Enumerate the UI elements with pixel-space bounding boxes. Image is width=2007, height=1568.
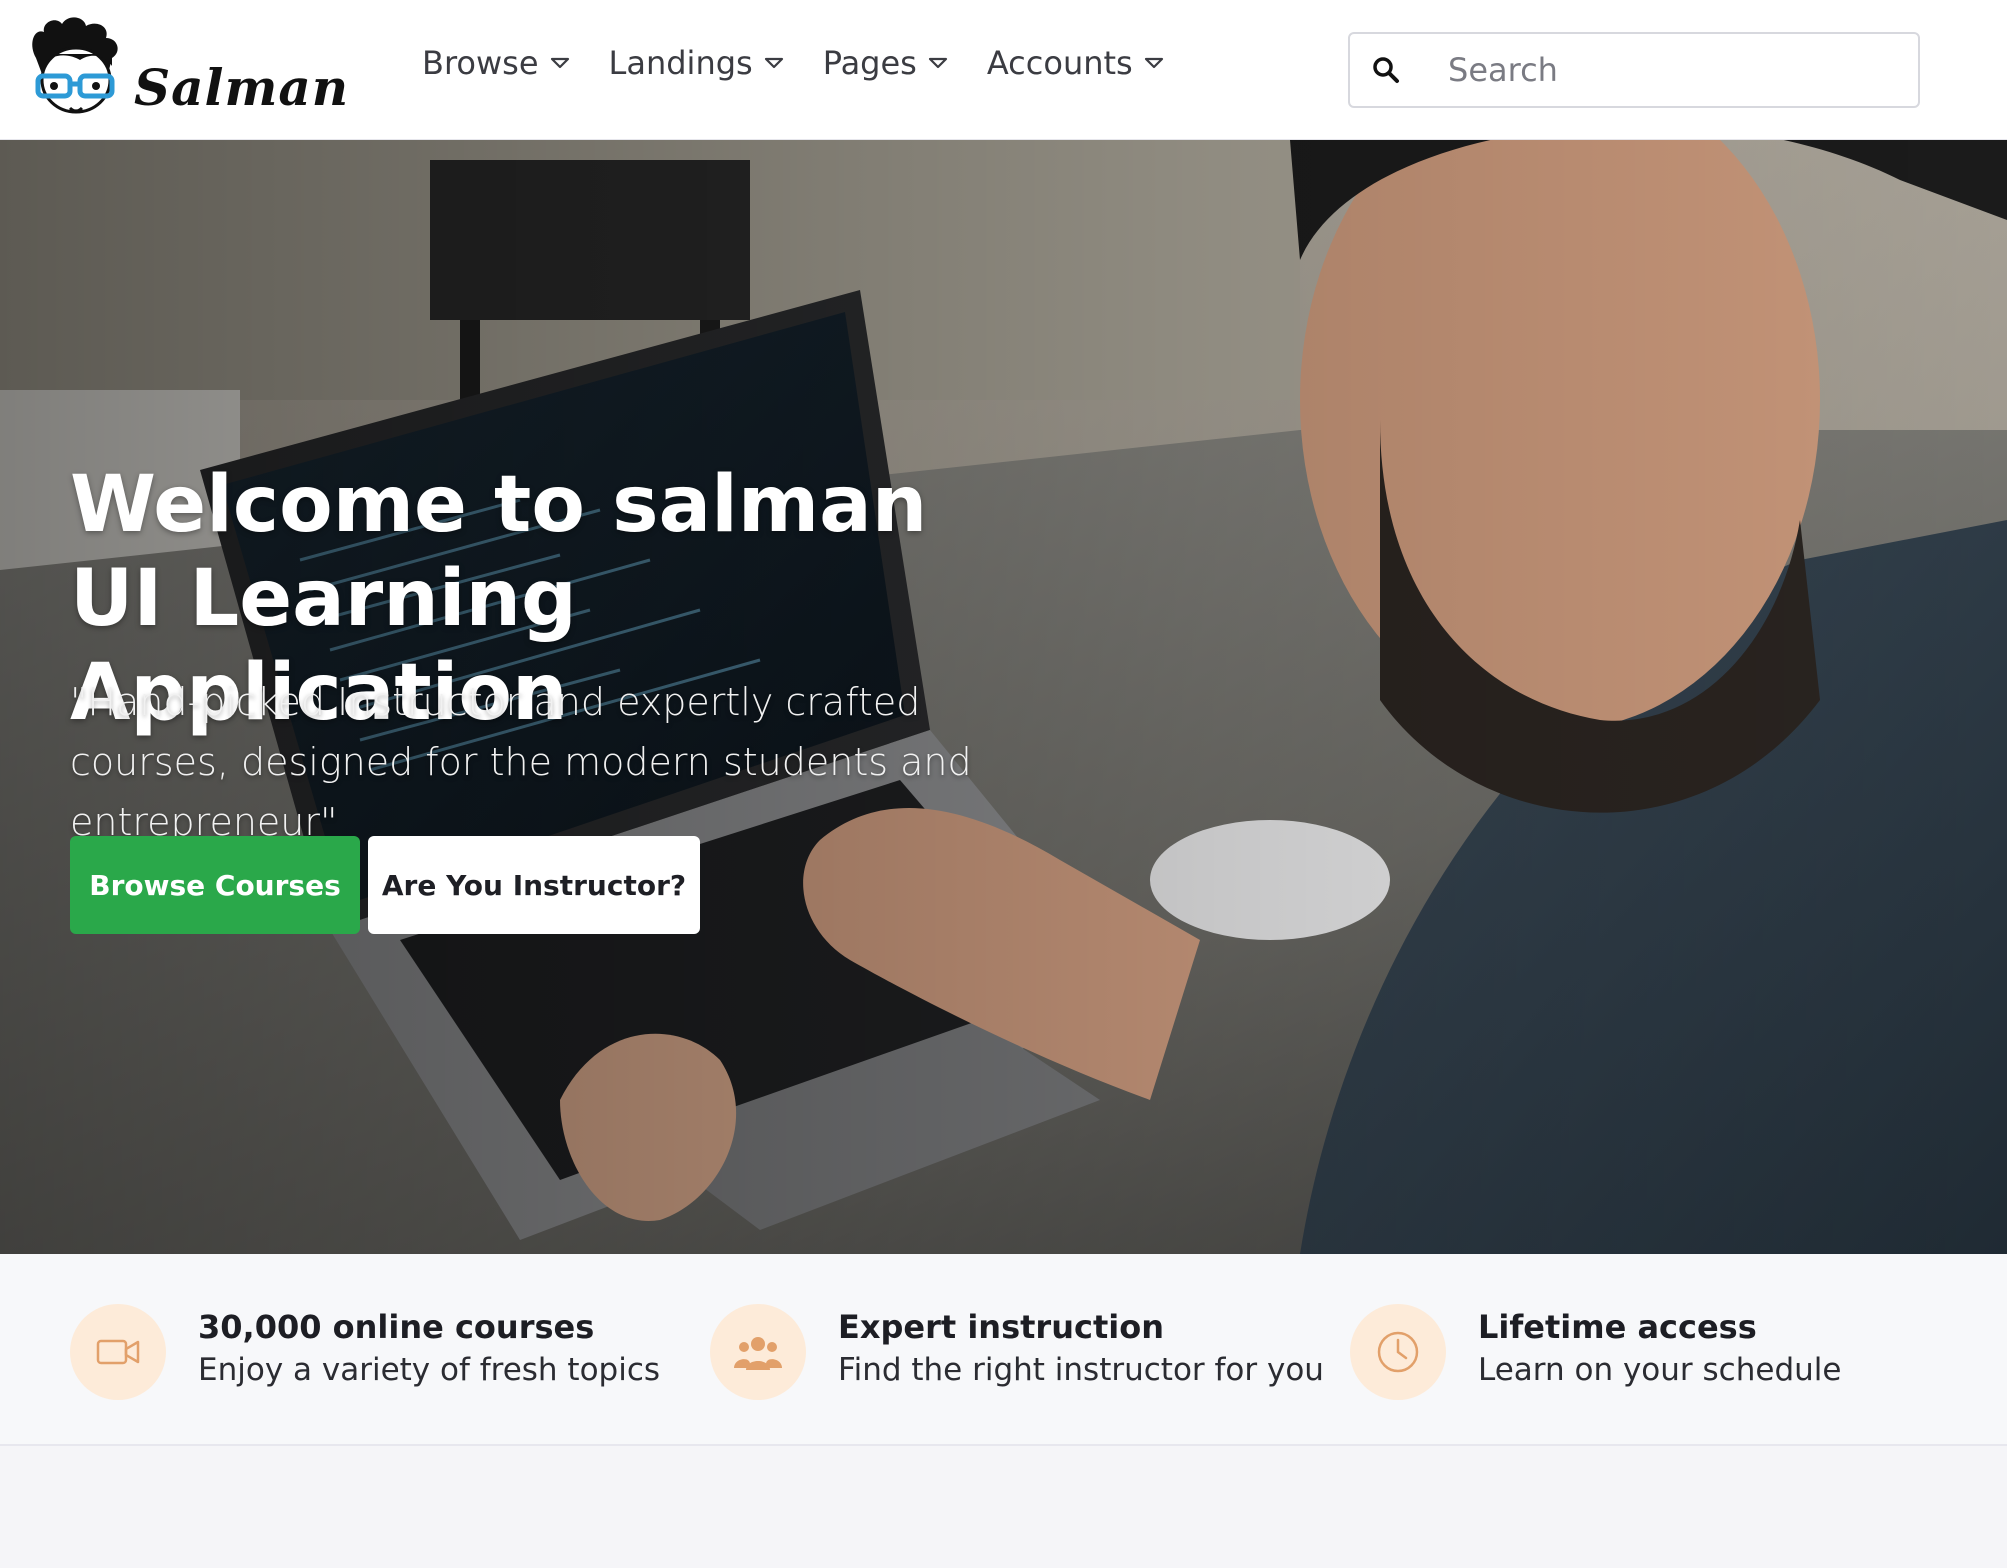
nav-browse[interactable]: Browse	[422, 44, 571, 82]
chevron-down-icon	[764, 57, 783, 69]
feature-desc: Find the right instructor for you	[838, 1352, 1324, 1388]
nav-browse-label: Browse	[422, 44, 539, 82]
top-navbar: Salman Browse Landings Pages Accounts	[0, 0, 2007, 140]
nav-landings[interactable]: Landings	[609, 44, 785, 82]
nav-pages-label: Pages	[822, 44, 917, 82]
are-you-instructor-button[interactable]: Are You Instructor?	[368, 836, 700, 934]
feature-title: Lifetime access	[1478, 1308, 1757, 1346]
brand-logo[interactable]: Salman	[22, 14, 352, 126]
browse-courses-button[interactable]: Browse Courses	[70, 836, 360, 934]
main-nav: Browse Landings Pages Accounts	[422, 44, 1165, 82]
hero-subtitle: "Hand-picked Instructor and expertly cra…	[70, 680, 972, 844]
nav-pages[interactable]: Pages	[823, 44, 949, 82]
chevron-down-icon	[1144, 57, 1163, 69]
nav-landings-label: Landings	[608, 44, 753, 82]
search-input[interactable]	[1446, 42, 1906, 98]
nav-accounts-label: Accounts	[986, 44, 1133, 82]
feature-title: 30,000 online courses	[198, 1308, 595, 1346]
search-box	[1348, 32, 1920, 108]
hero-section: Welcome to salman UI Learning Applicatio…	[0, 140, 2007, 1254]
nav-accounts[interactable]: Accounts	[987, 44, 1165, 82]
video-icon	[70, 1304, 166, 1400]
feature-desc: Enjoy a variety of fresh topics	[198, 1352, 661, 1388]
feature-desc: Learn on your schedule	[1478, 1352, 1842, 1388]
chevron-down-icon	[928, 57, 947, 69]
brand-name: Salman	[134, 58, 350, 117]
chevron-down-icon	[550, 57, 569, 69]
clock-icon	[1350, 1304, 1446, 1400]
search-icon	[1373, 57, 1399, 83]
features-strip: 30,000 online courses Enjoy a variety of…	[0, 1254, 2007, 1446]
mascot-logo-icon	[32, 17, 118, 114]
users-icon	[710, 1304, 806, 1400]
feature-title: Expert instruction	[838, 1308, 1164, 1346]
